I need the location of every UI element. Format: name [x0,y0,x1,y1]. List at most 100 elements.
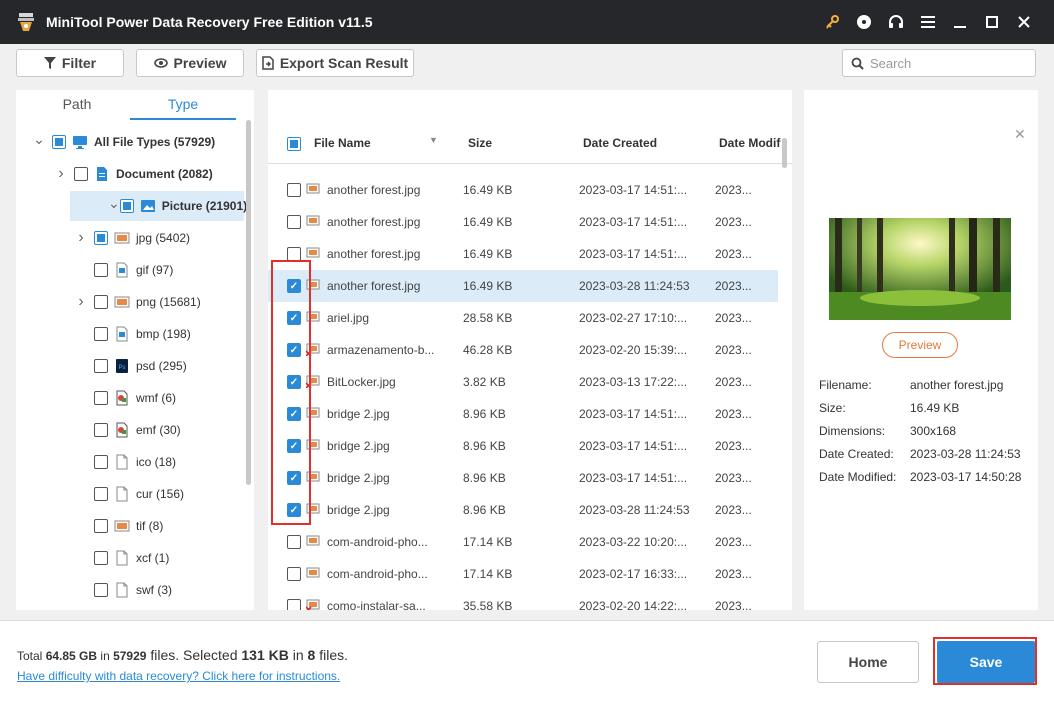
search-box[interactable] [842,49,1036,77]
tree-checkbox[interactable] [74,167,88,181]
tab-type[interactable]: Type [130,90,236,120]
close-preview-icon[interactable]: ✕ [1014,126,1026,143]
tree-item[interactable]: wmf (6) [16,383,244,413]
tree-item-label: emf (30) [136,423,181,437]
table-row[interactable]: ✓ bridge 2.jpg 8.96 KB 2023-03-28 11:24:53 2… [268,494,778,526]
row-checkbox[interactable] [287,599,301,610]
preview-button[interactable]: Preview [882,332,958,358]
cell-created: 2023-03-13 17:22:... [579,375,688,389]
table-row[interactable]: another forest.jpg 16.49 KB 2023-03-17 14:… [268,206,778,238]
tree-checkbox[interactable] [94,487,108,501]
tree-item[interactable]: emf (30) [16,415,244,445]
row-checkbox[interactable] [287,247,301,261]
info-value: 2023-03-17 14:50:28 [910,470,1022,484]
tree-checkbox[interactable] [94,263,108,277]
tree-scrollbar[interactable] [246,120,251,485]
tree-checkbox[interactable] [119,199,134,213]
cell-created: 2023-03-17 14:51:... [579,247,688,261]
tree-item[interactable]: xcf (1) [16,543,244,573]
maximize-icon[interactable] [976,0,1008,44]
list-scrollbar[interactable] [782,138,787,168]
cell-size: 17.14 KB [463,567,513,581]
tree-item[interactable]: swf (3) [16,575,244,605]
table-row[interactable]: como-instalar-sa... 35.58 KB 2023-02-20 14… [268,590,778,610]
expand-right-icon[interactable]: › [54,165,68,183]
table-row[interactable]: com-android-pho... 17.14 KB 2023-02-17 16:… [268,558,778,590]
close-icon[interactable] [1008,0,1040,44]
table-row[interactable]: ✓ ariel.jpg 28.58 KB 2023-02-27 17:10:... 20… [268,302,778,334]
tree-item[interactable]: › Document (2082) [16,159,244,189]
image-file-icon [306,566,320,583]
minimize-icon[interactable] [944,0,976,44]
tree-checkbox[interactable] [52,135,66,149]
expand-down-icon[interactable]: ⌄ [108,195,120,212]
table-row[interactable]: ✓ BitLocker.jpg 3.82 KB 2023-03-13 17:22:..… [268,366,778,398]
tree-checkbox[interactable] [94,359,108,373]
row-checkbox[interactable] [287,183,301,197]
tree-checkbox[interactable] [94,551,108,565]
table-row[interactable]: ✓ bridge 2.jpg 8.96 KB 2023-03-17 14:51:...… [268,430,778,462]
headset-icon[interactable] [880,0,912,44]
tab-path[interactable]: Path [24,90,130,120]
deleted-image-file-icon [305,598,320,610]
tree-item[interactable]: ico (18) [16,447,244,477]
tree-checkbox[interactable] [94,583,108,597]
tree-item[interactable]: ⌄ All File Types (57929) [16,127,244,157]
select-all-checkbox[interactable] [287,137,301,151]
table-row[interactable]: ✓ armazenamento-b... 46.28 KB 2023-02-20 15… [268,334,778,366]
export-scan-result-button[interactable]: Export Scan Result [256,49,414,77]
cell-modified: 2023... [715,439,752,453]
key-icon[interactable] [816,0,848,44]
cell-name: bridge 2.jpg [327,439,390,453]
summary-text: files. [315,647,349,663]
tree-checkbox[interactable] [94,423,108,437]
preview-toolbar-button[interactable]: Preview [136,49,244,77]
table-row[interactable]: ✓ bridge 2.jpg 8.96 KB 2023-03-17 14:51:...… [268,462,778,494]
tree-item[interactable]: gif (97) [16,255,244,285]
cell-name: another forest.jpg [327,279,421,293]
cell-created: 2023-02-17 16:33:... [579,567,688,581]
tree-item[interactable]: Ps psd (295) [16,351,244,381]
tree-checkbox[interactable] [94,327,108,341]
tree-checkbox[interactable] [94,231,108,245]
table-row[interactable]: another forest.jpg 16.49 KB 2023-03-17 14:… [268,238,778,270]
checkbox-highlight [271,260,311,525]
filter-button[interactable]: Filter [16,49,124,77]
col-date-modified[interactable]: Date Modif [719,136,780,150]
expand-right-icon[interactable]: › [74,229,88,247]
tree-item[interactable]: ⌄ Picture (21901) [70,191,247,221]
row-checkbox[interactable] [287,535,301,549]
tree-checkbox[interactable] [94,519,108,533]
tree-item[interactable]: bmp (198) [16,319,244,349]
col-file-name[interactable]: File Name [314,136,371,150]
tree-checkbox[interactable] [94,295,108,309]
expand-down-icon[interactable]: ⌄ [32,131,46,148]
home-button[interactable]: Home [817,641,919,683]
tree-item[interactable]: tif (8) [16,511,244,541]
table-row[interactable]: ✓ another forest.jpg 16.49 KB 2023-03-28 11… [268,270,778,302]
table-row[interactable]: another forest.jpg 16.49 KB 2023-03-17 14:… [268,174,778,206]
tree-checkbox[interactable] [94,391,108,405]
row-checkbox[interactable] [287,567,301,581]
info-value: 300x168 [910,424,957,438]
table-row[interactable]: ✓ bridge 2.jpg 8.96 KB 2023-03-17 14:51:...… [268,398,778,430]
tree-checkbox[interactable] [94,455,108,469]
disc-icon[interactable] [848,0,880,44]
sort-down-icon[interactable]: ▼ [429,135,438,145]
scan-summary: Total 64.85 GB in 57929 files. Selected … [17,647,348,663]
tree-item[interactable]: › jpg (5402) [16,223,244,253]
table-row[interactable]: com-android-pho... 17.14 KB 2023-03-22 10:… [268,526,778,558]
psd-icon: Ps [114,358,130,374]
tree-item[interactable]: cur (156) [16,479,244,509]
menu-icon[interactable] [912,0,944,44]
cell-modified: 2023... [715,279,752,293]
main-area: Path Type ⌄ All File Types (57929) › Docume… [0,84,1054,620]
tree-item[interactable]: › png (15681) [16,287,244,317]
col-size[interactable]: Size [468,136,492,150]
footer: Total 64.85 GB in 57929 files. Selected … [0,620,1054,704]
help-link[interactable]: Have difficulty with data recovery? Clic… [17,669,340,683]
expand-right-icon[interactable]: › [74,293,88,311]
col-date-created[interactable]: Date Created [583,136,657,150]
row-checkbox[interactable] [287,215,301,229]
search-input[interactable] [870,55,1020,71]
